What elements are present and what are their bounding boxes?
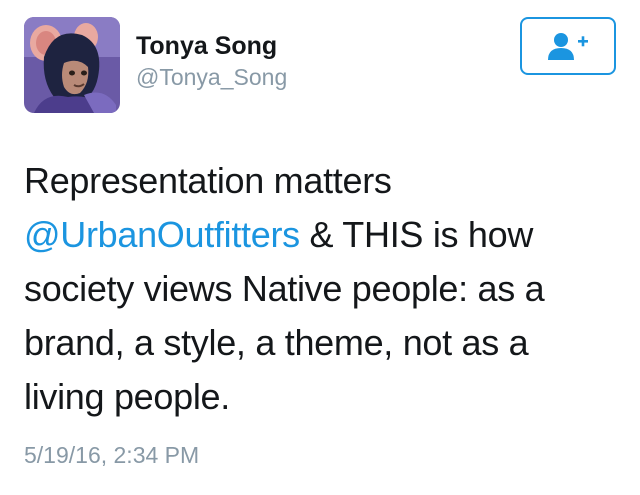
- tweet-line: Representation matters: [24, 160, 392, 201]
- avatar-illustration-icon: [24, 17, 120, 113]
- tweet-line: brand, a style, a theme, not as a: [24, 322, 529, 363]
- tweet-timestamp[interactable]: 5/19/16, 2:34 PM: [24, 440, 199, 470]
- tweet-card: Tonya Song @Tonya_Song Representation ma…: [0, 0, 640, 495]
- avatar[interactable]: [24, 17, 120, 113]
- user-handle[interactable]: @Tonya_Song: [136, 62, 287, 92]
- tweet-line: @UrbanOutfitters & THIS is how: [24, 214, 534, 255]
- user-names: Tonya Song @Tonya_Song: [136, 30, 287, 92]
- tweet-line: society views Native people: as a: [24, 268, 545, 309]
- tweet-header: Tonya Song @Tonya_Song: [24, 17, 287, 113]
- follow-button[interactable]: [520, 17, 616, 75]
- display-name[interactable]: Tonya Song: [136, 30, 287, 62]
- mention-link[interactable]: @UrbanOutfitters: [24, 214, 300, 255]
- tweet-line: living people.: [24, 376, 230, 417]
- follow-user-plus-icon: [548, 33, 588, 60]
- tweet-text: Representation matters @UrbanOutfitters …: [24, 154, 624, 424]
